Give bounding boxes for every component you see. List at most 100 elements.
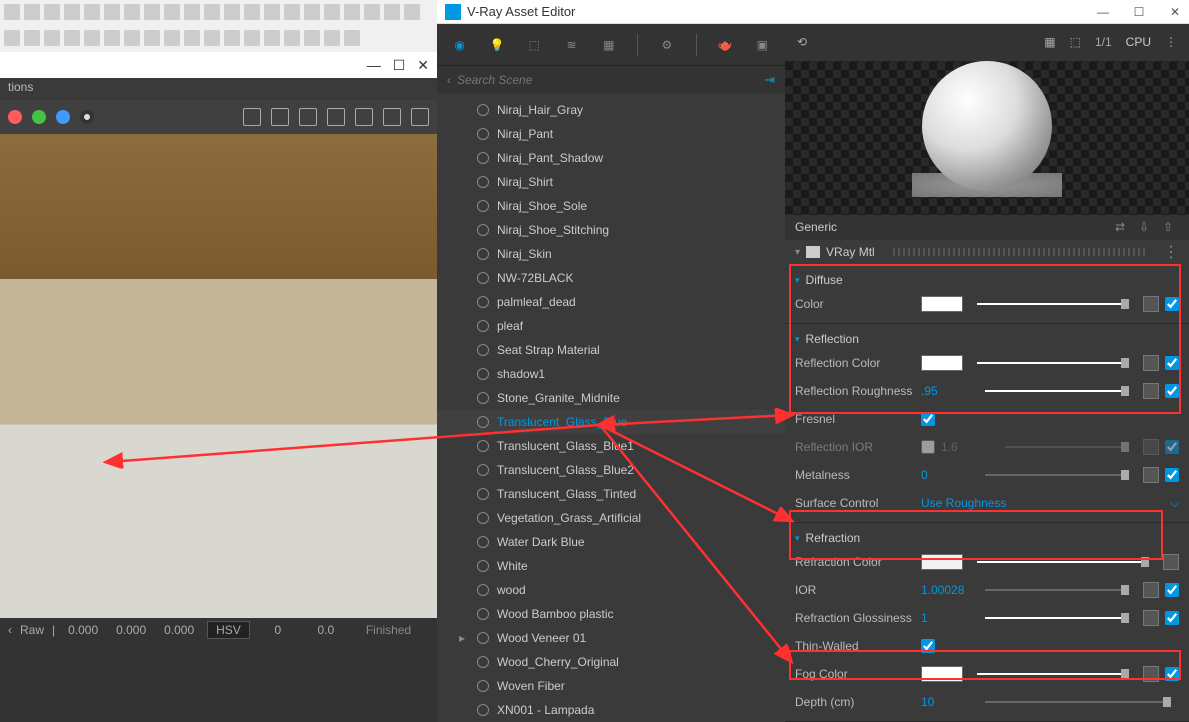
slider[interactable] <box>977 303 1129 305</box>
slider[interactable] <box>985 617 1129 619</box>
chevron-down-icon[interactable]: ⌵ <box>1170 496 1179 511</box>
gridview-icon[interactable]: ▦ <box>1044 35 1055 49</box>
map-button[interactable] <box>1163 554 1179 570</box>
preset-icon[interactable]: ⇄ <box>1115 220 1131 234</box>
channel-blue-icon[interactable] <box>56 110 70 124</box>
material-item[interactable]: Niraj_Shirt <box>437 170 785 194</box>
material-preview[interactable] <box>785 62 1189 215</box>
map-button[interactable] <box>1143 610 1159 626</box>
map-button[interactable] <box>1143 439 1159 455</box>
material-item[interactable]: Niraj_Pant_Shadow <box>437 146 785 170</box>
material-item[interactable]: Translucent_Glass_Blue1 <box>437 434 785 458</box>
region-icon[interactable] <box>327 108 345 126</box>
enable-checkbox[interactable] <box>1165 667 1179 681</box>
material-list[interactable]: Niraj_Hair_GrayNiraj_PantNiraj_Pant_Shad… <box>437 94 785 722</box>
enable-checkbox[interactable] <box>1165 583 1179 597</box>
save-icon[interactable] <box>243 108 261 126</box>
materials-tab-icon[interactable]: ◉ <box>451 35 468 55</box>
slider[interactable] <box>977 561 1149 563</box>
select-icon[interactable] <box>299 108 317 126</box>
slider[interactable] <box>985 701 1171 703</box>
map-button[interactable] <box>1143 383 1159 399</box>
mtl-menu-icon[interactable]: ⋮ <box>1163 242 1179 262</box>
enable-checkbox[interactable] <box>1165 297 1179 311</box>
color-swatch[interactable] <box>921 554 963 570</box>
enable-checkbox[interactable] <box>1165 384 1179 398</box>
teapot2-icon[interactable] <box>411 108 429 126</box>
settings-icon[interactable]: ⚙ <box>658 35 675 55</box>
load-preset-icon[interactable]: ⇧ <box>1163 220 1179 234</box>
value-input[interactable]: 0 <box>921 468 971 482</box>
map-button[interactable] <box>1143 467 1159 483</box>
fresnel-checkbox[interactable] <box>921 412 935 426</box>
ior-lock-checkbox[interactable] <box>921 440 935 454</box>
material-item[interactable]: ▸Wood Veneer 01 <box>437 626 785 650</box>
enable-checkbox[interactable] <box>1165 440 1179 454</box>
slider[interactable] <box>977 362 1129 364</box>
slider[interactable] <box>985 474 1129 476</box>
map-button[interactable] <box>1143 355 1159 371</box>
enable-checkbox[interactable] <box>1165 356 1179 370</box>
minimize-button[interactable]: — <box>367 57 381 73</box>
slider[interactable] <box>985 390 1129 392</box>
enable-checkbox[interactable] <box>1165 611 1179 625</box>
geometry-tab-icon[interactable]: ⬚ <box>526 35 543 55</box>
value-input[interactable]: 1.00028 <box>921 583 971 597</box>
material-item[interactable]: Niraj_Skin <box>437 242 785 266</box>
slider[interactable] <box>1005 446 1129 448</box>
material-item[interactable]: NW-72BLACK <box>437 266 785 290</box>
group-header-reflection[interactable]: ▾Reflection <box>785 329 1189 349</box>
teapot-add-icon[interactable] <box>355 108 373 126</box>
material-item[interactable]: Water Dark Blue <box>437 530 785 554</box>
map-button[interactable] <box>1143 582 1159 598</box>
value-input[interactable]: 1 <box>921 611 971 625</box>
close-button[interactable]: ✕ <box>1169 5 1181 19</box>
delete-icon[interactable] <box>271 108 289 126</box>
material-item[interactable]: palmleaf_dead <box>437 290 785 314</box>
material-item[interactable]: Wood Bamboo plastic <box>437 602 785 626</box>
textures-tab-icon[interactable]: ▦ <box>600 35 617 55</box>
search-go-icon[interactable]: ⇥ <box>764 72 775 88</box>
material-item[interactable]: XN001 - Lampada <box>437 698 785 722</box>
render-teapot-icon[interactable]: 🫖 <box>716 35 733 55</box>
material-item[interactable]: Seat Strap Material <box>437 338 785 362</box>
material-item[interactable]: Niraj_Hair_Gray <box>437 98 785 122</box>
material-item[interactable]: Translucent_Glass_Blue2 <box>437 458 785 482</box>
value-input[interactable]: 1.6 <box>941 440 991 454</box>
map-button[interactable] <box>1143 666 1159 682</box>
value-input[interactable]: 10 <box>921 695 971 709</box>
material-item[interactable]: Woven Fiber <box>437 674 785 698</box>
cpu-label[interactable]: CPU <box>1126 35 1151 49</box>
material-item[interactable]: White <box>437 554 785 578</box>
layers-tab-icon[interactable]: ≋ <box>563 35 580 55</box>
slider[interactable] <box>977 673 1129 675</box>
drag-handle[interactable] <box>893 248 1145 256</box>
material-item[interactable]: Wood_Cherry_Original <box>437 650 785 674</box>
material-row[interactable]: ▾ VRay Mtl ⋮ <box>785 240 1189 265</box>
material-item[interactable]: Niraj_Shoe_Sole <box>437 194 785 218</box>
map-button[interactable] <box>1143 296 1159 312</box>
color-swatch[interactable] <box>921 296 963 312</box>
color-swatch[interactable] <box>921 355 963 371</box>
group-header-diffuse[interactable]: ▾Diffuse <box>785 270 1189 290</box>
material-item[interactable]: Niraj_Shoe_Stitching <box>437 218 785 242</box>
mode-select[interactable]: HSV <box>207 621 250 639</box>
frame-icon[interactable]: ▣ <box>754 35 771 55</box>
save-preset-icon[interactable]: ⇩ <box>1139 220 1155 234</box>
expand-icon[interactable]: ⬚ <box>1070 35 1081 49</box>
dropdown[interactable]: Use Roughness <box>921 496 1164 510</box>
value-input[interactable]: .95 <box>921 384 971 398</box>
material-item[interactable]: shadow1 <box>437 362 785 386</box>
slider[interactable] <box>985 589 1129 591</box>
color-swatch[interactable] <box>921 666 963 682</box>
material-item[interactable]: Translucent_Glass_Tinted <box>437 482 785 506</box>
search-input[interactable] <box>451 70 764 90</box>
maximize-button[interactable]: ☐ <box>1133 5 1145 19</box>
teapot-icon[interactable] <box>383 108 401 126</box>
material-item[interactable]: Vegetation_Grass_Artificial <box>437 506 785 530</box>
material-item[interactable]: Translucent_Glass_Blue <box>437 410 785 434</box>
channel-green-icon[interactable] <box>32 110 46 124</box>
thin-checkbox[interactable] <box>921 639 935 653</box>
material-item[interactable]: Stone_Granite_Midnite <box>437 386 785 410</box>
nav-back-icon[interactable]: ⟲ <box>797 35 807 49</box>
